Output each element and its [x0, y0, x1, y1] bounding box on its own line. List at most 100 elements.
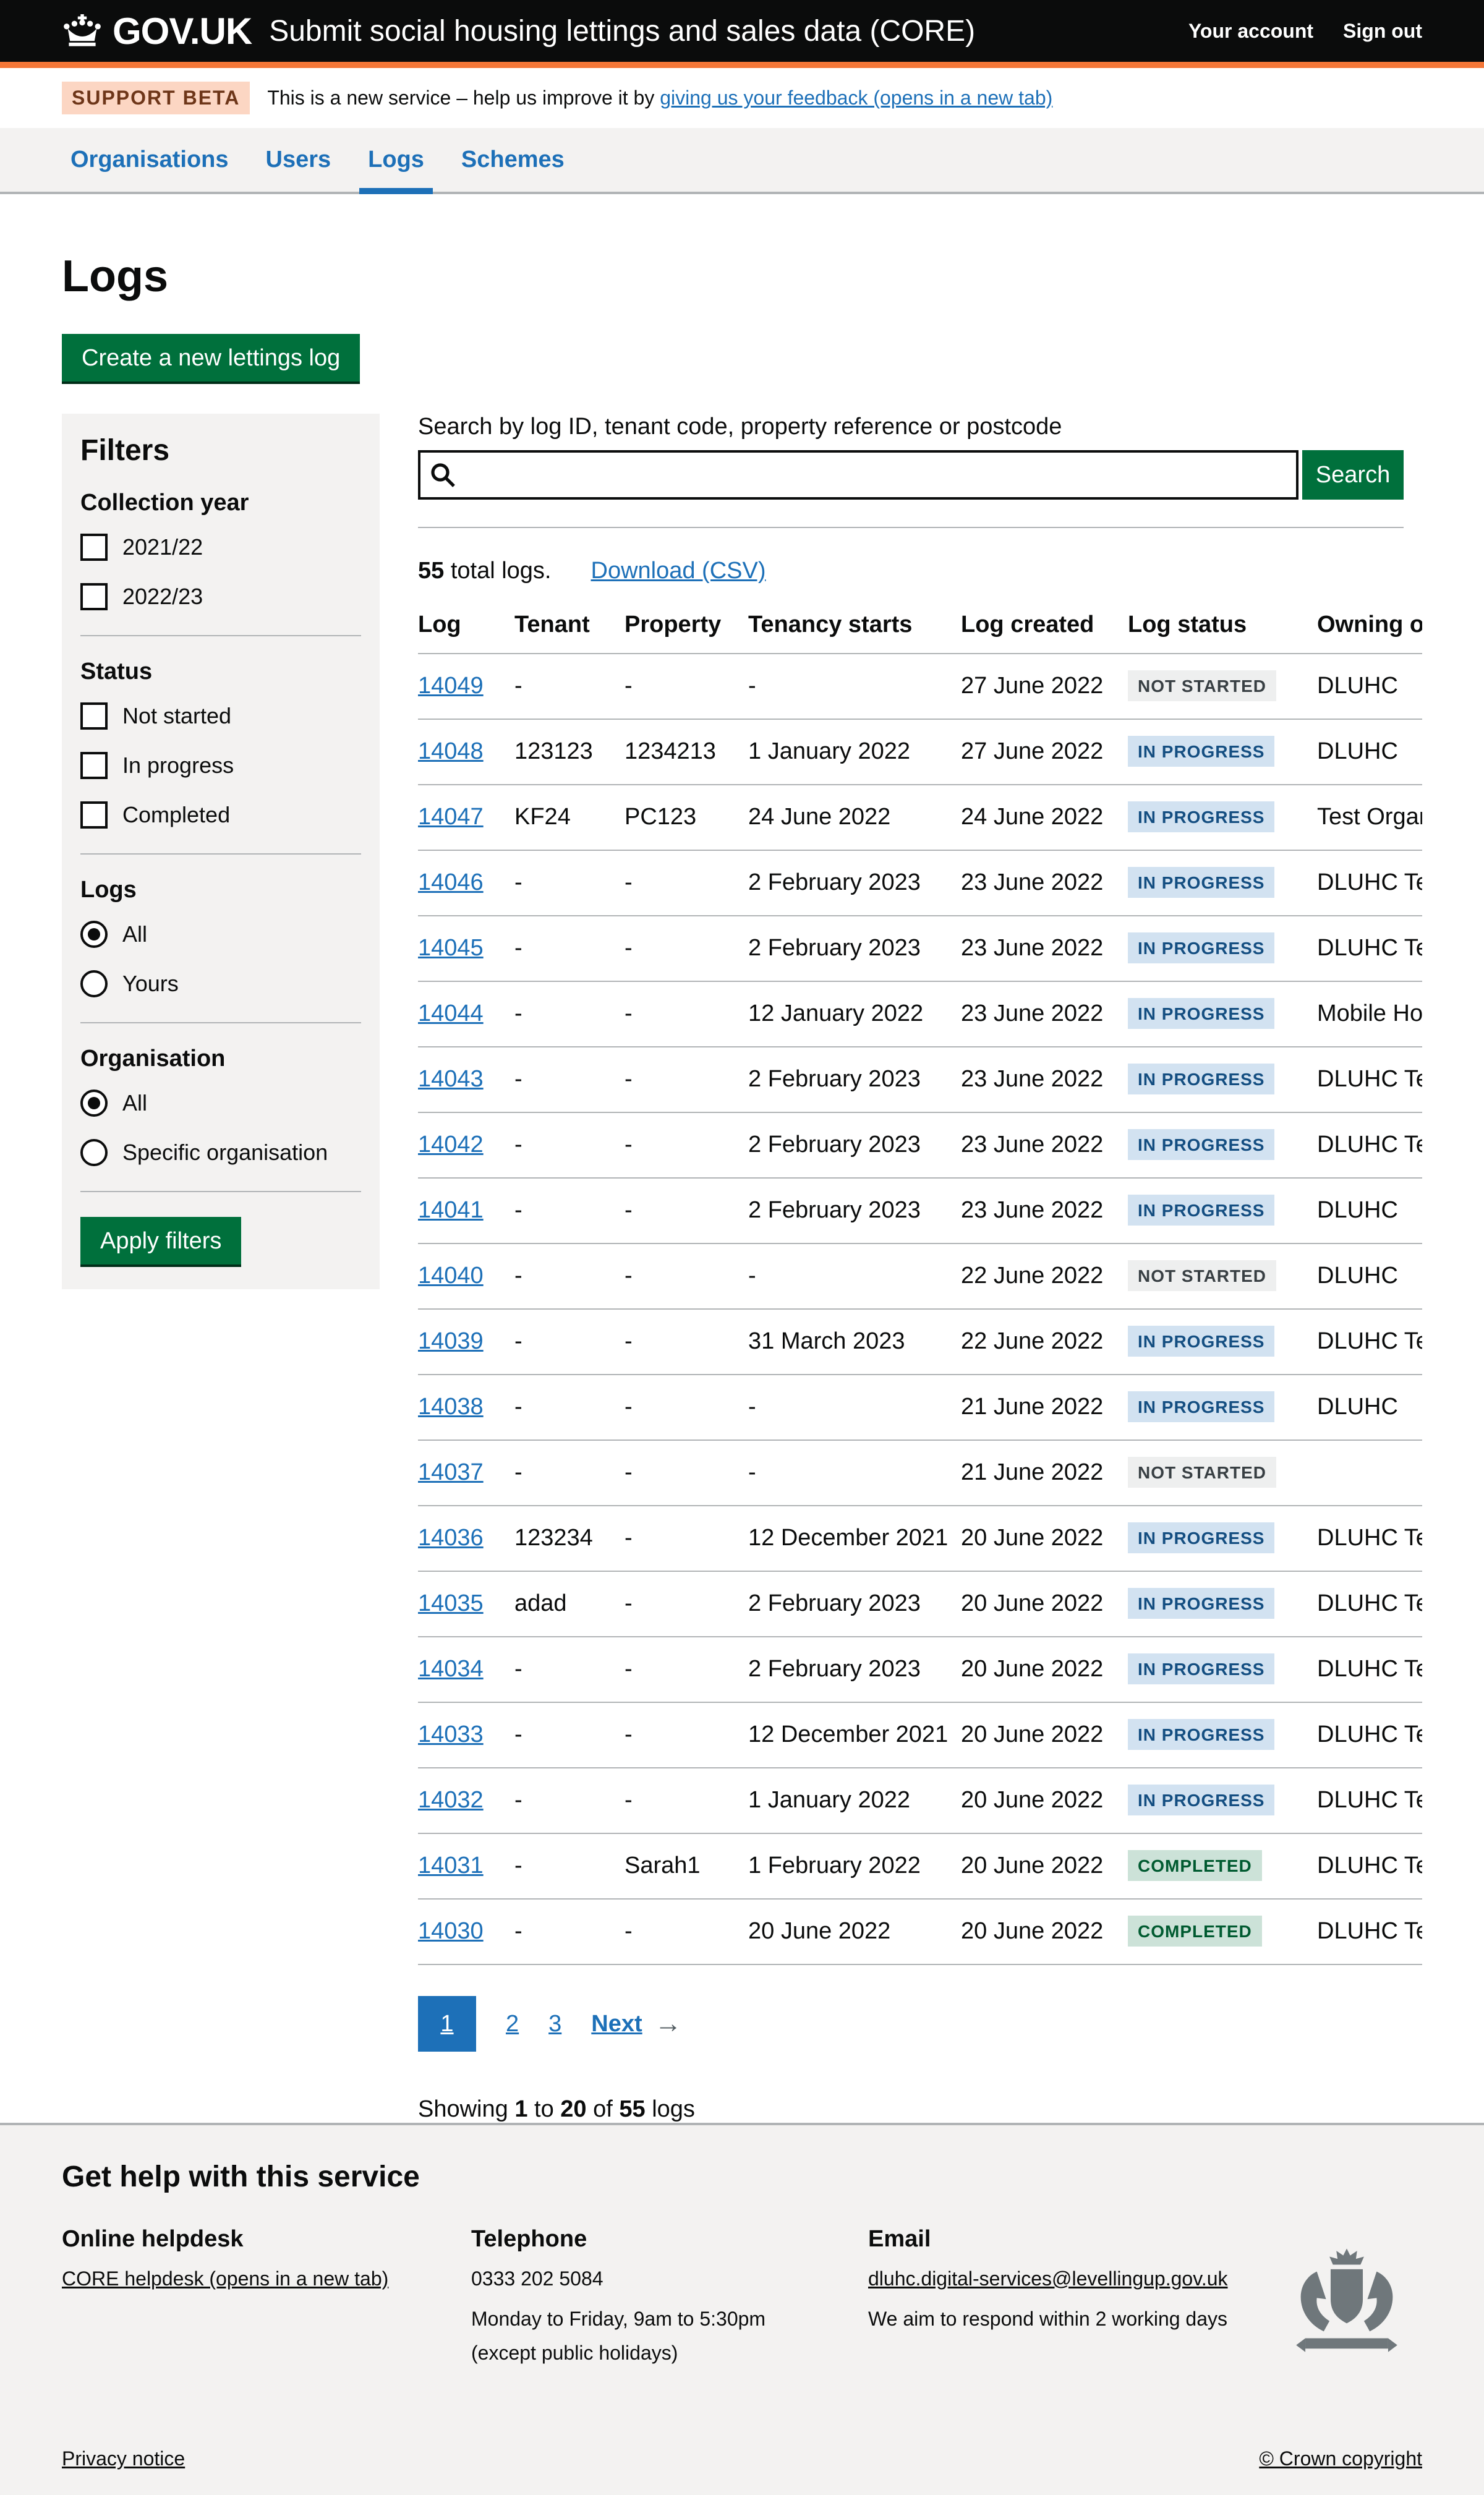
govuk-logotype[interactable]: GOV.UK	[113, 10, 252, 53]
logs-table: Log Tenant Property Tenancy starts Log c…	[418, 612, 1422, 1965]
status-badge: IN PROGRESS	[1128, 932, 1274, 963]
radio-logs-yours[interactable]: Yours	[80, 970, 361, 997]
log-link[interactable]: 14045	[418, 935, 484, 961]
filter-group-organisation: Organisation All Specific organisation	[80, 1046, 361, 1166]
page-link-3[interactable]: 3	[548, 2011, 561, 2037]
table-row: 14040---22 June 2022NOT STARTEDDLUHC	[418, 1243, 1422, 1309]
nav-item-users[interactable]: Users	[257, 128, 340, 194]
tenancy-starts-cell: 31 March 2023	[748, 1309, 961, 1375]
log-link[interactable]: 14041	[418, 1197, 484, 1223]
filters-divider	[80, 1022, 361, 1023]
log-link[interactable]: 14038	[418, 1394, 484, 1420]
primary-navigation: Organisations Users Logs Schemes	[0, 128, 1484, 194]
log-created-cell: 20 June 2022	[961, 1899, 1128, 1964]
log-link[interactable]: 14047	[418, 804, 484, 830]
checkbox-icon[interactable]	[80, 752, 108, 779]
log-created-cell: 20 June 2022	[961, 1506, 1128, 1571]
nav-item-logs[interactable]: Logs	[359, 128, 433, 194]
pagination: 1 2 3 Next →	[418, 1996, 1422, 2052]
service-name[interactable]: Submit social housing lettings and sales…	[269, 14, 975, 48]
filters-divider	[80, 1191, 361, 1192]
search-input[interactable]	[418, 450, 1298, 500]
table-row: 14047KF24PC12324 June 202224 June 2022IN…	[418, 785, 1422, 850]
log-link[interactable]: 14034	[418, 1656, 484, 1682]
checkbox-in-progress[interactable]: In progress	[80, 752, 361, 779]
next-page-link[interactable]: Next	[591, 2011, 642, 2037]
core-helpdesk-link[interactable]: CORE helpdesk (opens in a new tab)	[62, 2267, 388, 2290]
search-button[interactable]: Search	[1302, 450, 1404, 500]
create-lettings-log-button[interactable]: Create a new lettings log	[62, 334, 360, 382]
log-created-cell: 21 June 2022	[961, 1440, 1128, 1506]
log-link[interactable]: 14046	[418, 869, 484, 895]
tenant-cell: -	[514, 1899, 625, 1964]
table-row: 14042--2 February 202323 June 2022IN PRO…	[418, 1112, 1422, 1178]
log-link[interactable]: 14031	[418, 1853, 484, 1879]
radio-icon[interactable]	[80, 970, 108, 997]
log-status-cell: IN PROGRESS	[1128, 1702, 1317, 1768]
owning-organisation-cell: DLUHC Tes	[1317, 1899, 1422, 1964]
checkbox-icon[interactable]	[80, 583, 108, 610]
filters-heading: Filters	[80, 433, 361, 467]
footer-col-email: Email dluhc.digital-services@levellingup…	[868, 2226, 1228, 2376]
sign-out-link[interactable]: Sign out	[1343, 20, 1422, 43]
log-link[interactable]: 14030	[418, 1918, 484, 1944]
property-cell: Sarah1	[625, 1833, 748, 1899]
checkbox-2022-23[interactable]: 2022/23	[80, 583, 361, 610]
apply-filters-button[interactable]: Apply filters	[80, 1217, 241, 1265]
filter-group-label: Collection year	[80, 490, 361, 516]
log-created-cell: 20 June 2022	[961, 1702, 1128, 1768]
checkbox-completed[interactable]: Completed	[80, 801, 361, 829]
checkbox-icon[interactable]	[80, 702, 108, 730]
col-header-log: Log	[418, 612, 514, 654]
radio-label: Yours	[122, 971, 179, 997]
download-csv-link[interactable]: Download (CSV)	[591, 558, 766, 584]
tenant-cell: 123234	[514, 1506, 625, 1571]
privacy-notice-link[interactable]: Privacy notice	[62, 2447, 185, 2470]
radio-logs-all[interactable]: All	[80, 921, 361, 948]
log-link[interactable]: 14042	[418, 1132, 484, 1158]
owning-organisation-cell: DLUHC	[1317, 1178, 1422, 1243]
log-link[interactable]: 14032	[418, 1787, 484, 1813]
log-status-cell: NOT STARTED	[1128, 1243, 1317, 1309]
logs-results-section: Search by log ID, tenant code, property …	[418, 414, 1422, 2123]
tenant-cell: KF24	[514, 785, 625, 850]
checkbox-label: Not started	[122, 703, 231, 729]
radio-organisation-all[interactable]: All	[80, 1090, 361, 1117]
page-link-2[interactable]: 2	[506, 2011, 519, 2037]
radio-specific-organisation[interactable]: Specific organisation	[80, 1139, 361, 1166]
log-link[interactable]: 14048	[418, 738, 484, 764]
log-link[interactable]: 14043	[418, 1066, 484, 1092]
log-link[interactable]: 14040	[418, 1263, 484, 1289]
status-badge: IN PROGRESS	[1128, 1391, 1274, 1422]
col-header-owning-organisation: Owning organisation	[1317, 612, 1422, 654]
log-created-cell: 27 June 2022	[961, 654, 1128, 719]
checkbox-not-started[interactable]: Not started	[80, 702, 361, 730]
checkbox-icon[interactable]	[80, 801, 108, 829]
radio-icon[interactable]	[80, 1090, 108, 1117]
log-link[interactable]: 14035	[418, 1590, 484, 1616]
log-link[interactable]: 14049	[418, 673, 484, 699]
filter-group-label: Organisation	[80, 1046, 361, 1072]
log-link[interactable]: 14044	[418, 1000, 484, 1026]
checkbox-icon[interactable]	[80, 534, 108, 561]
crown-copyright-link[interactable]: © Crown copyright	[1259, 2447, 1422, 2470]
log-link[interactable]: 14039	[418, 1328, 484, 1354]
telephone-holidays: (except public holidays)	[471, 2342, 868, 2365]
tenancy-starts-cell: 2 February 2023	[748, 1047, 961, 1112]
log-link[interactable]: 14037	[418, 1459, 484, 1485]
status-badge: IN PROGRESS	[1128, 736, 1274, 767]
email-link[interactable]: dluhc.digital-services@levellingup.gov.u…	[868, 2267, 1228, 2290]
your-account-link[interactable]: Your account	[1188, 20, 1313, 43]
main-content: Logs Create a new lettings log Filters C…	[62, 194, 1422, 2123]
page-link-1[interactable]: 1	[418, 1996, 476, 2052]
nav-item-schemes[interactable]: Schemes	[453, 128, 573, 194]
log-link[interactable]: 14036	[418, 1525, 484, 1551]
log-link[interactable]: 14033	[418, 1721, 484, 1747]
property-cell: -	[625, 1309, 748, 1375]
radio-icon[interactable]	[80, 1139, 108, 1166]
radio-icon[interactable]	[80, 921, 108, 948]
checkbox-2021-22[interactable]: 2021/22	[80, 534, 361, 561]
feedback-link[interactable]: giving us your feedback (opens in a new …	[660, 87, 1052, 109]
next-arrow-icon[interactable]: →	[655, 2008, 682, 2039]
nav-item-organisations[interactable]: Organisations	[62, 128, 237, 194]
